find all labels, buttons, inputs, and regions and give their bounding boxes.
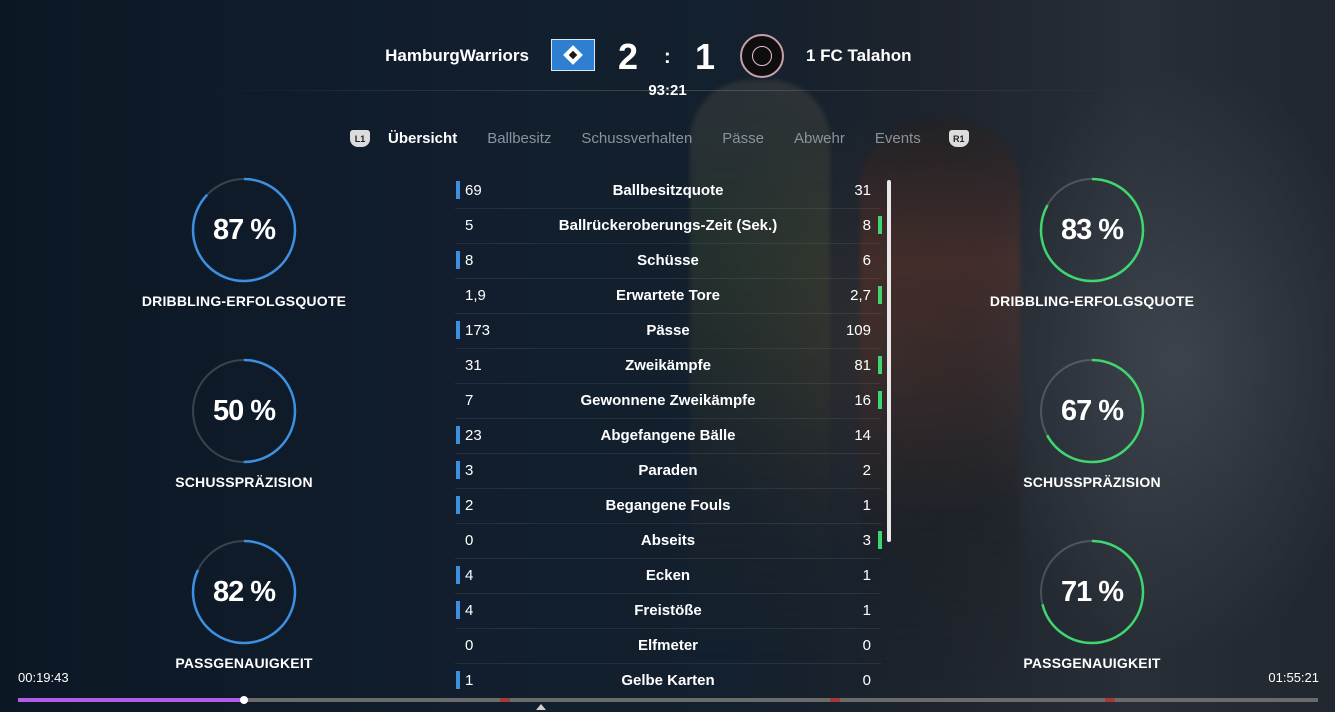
stat-away-value: 109 [845, 322, 871, 339]
stat-away-value: 8 [862, 217, 871, 234]
tab-paesse[interactable]: Pässe [722, 130, 764, 147]
ring-label: PASSGENAUIGKEIT [175, 655, 313, 671]
tab-schussverhalten[interactable]: Schussverhalten [581, 130, 692, 147]
stat-row: 23 Abgefangene Bälle 14 [455, 419, 881, 454]
away-team-logo-icon [740, 34, 784, 78]
ring-percent: 50 % [212, 394, 276, 427]
ring-label: PASSGENAUIGKEIT [1023, 655, 1161, 671]
stat-row: 2 Begangene Fouls 1 [455, 489, 881, 524]
stat-name: Begangene Fouls [605, 497, 731, 514]
stat-row: 0 Abseits 3 [455, 524, 882, 559]
ring-percent: 83 % [1060, 213, 1124, 246]
stat-row: 0 Elfmeter 0 [455, 629, 881, 664]
ring-label: SCHUSSPRÄZISION [1023, 474, 1161, 490]
ring-percent: 67 % [1060, 394, 1124, 427]
stat-row: 7 Gewonnene Zweikämpfe 16 [455, 384, 882, 419]
ring-label: SCHUSSPRÄZISION [175, 474, 313, 490]
stat-row: 3 Paraden 2 [455, 454, 881, 489]
ring-percent: 87 % [212, 213, 276, 246]
stat-row: 5 Ballrückeroberungs-Zeit (Sek.) 8 [455, 209, 882, 244]
stat-name: Zweikämpfe [625, 357, 711, 374]
caret-up-icon [536, 704, 546, 710]
ring-label: DRIBBLING-ERFOLGSQUOTE [989, 293, 1195, 309]
score-separator: : [664, 46, 671, 68]
stat-name: Paraden [638, 462, 698, 479]
home-team-logo-icon [551, 39, 595, 71]
stat-row: 31 Zweikämpfe 81 [455, 349, 882, 384]
chapter-marker [500, 698, 510, 702]
stat-name: Ecken [645, 567, 691, 584]
stat-row: 4 Freistöße 1 [455, 594, 881, 629]
away-score: 1 [695, 36, 716, 77]
l1-button-icon[interactable]: L1 [350, 130, 370, 147]
home-team-name: HamburgWarriors [385, 46, 529, 65]
stat-row: 1 Gelbe Karten 0 [455, 664, 881, 699]
stat-away-value: 16 [854, 392, 871, 409]
stat-away-value: 31 [854, 182, 871, 199]
stat-name: Erwartete Tore [616, 287, 720, 304]
tab-abwehr[interactable]: Abwehr [794, 130, 845, 147]
stat-away-value: 14 [854, 427, 871, 444]
stats-scrollbar[interactable] [887, 180, 891, 542]
stat-away-value: 2 [862, 462, 871, 479]
ring-percent: 71 % [1060, 575, 1124, 608]
total-time: 01:55:21 [1268, 670, 1319, 685]
tab-uebersicht[interactable]: Übersicht [388, 130, 457, 147]
stat-name: Ballrückeroberungs-Zeit (Sek.) [558, 217, 778, 234]
stat-away-value: 0 [862, 672, 871, 689]
stat-name: Gewonnene Zweikämpfe [580, 392, 756, 409]
stat-away-value: 1 [862, 567, 871, 584]
stat-away-value: 1 [862, 497, 871, 514]
stat-name: Abgefangene Bälle [600, 427, 736, 444]
stat-away-value: 81 [854, 357, 871, 374]
home-dribbling-ring: 87 % [191, 177, 297, 283]
away-team-name: 1 FC Talahon [806, 46, 912, 65]
away-dribbling-ring: 83 % [1039, 177, 1145, 283]
stats-tab-bar: L1 Übersicht Ballbesitz Schussverhalten … [350, 130, 969, 147]
chapter-marker [830, 698, 840, 702]
stat-away-value: 2,7 [850, 287, 871, 304]
stat-name: Pässe [646, 322, 690, 339]
home-pass-accuracy-ring: 82 % [191, 539, 297, 645]
stat-row: 173 Pässe 109 [455, 314, 881, 349]
tab-ballbesitz[interactable]: Ballbesitz [487, 130, 551, 147]
stat-row: 1,9 Erwartete Tore 2,7 [455, 279, 882, 314]
tab-events[interactable]: Events [875, 130, 921, 147]
elapsed-time: 00:19:43 [18, 670, 69, 685]
ring-label: DRIBBLING-ERFOLGSQUOTE [141, 293, 347, 309]
stat-away-value: 1 [862, 602, 871, 619]
scoreboard-header: HamburgWarriors 2 : 1 1 FC Talahon 93:21 [0, 30, 1335, 99]
away-pass-accuracy-ring: 71 % [1039, 539, 1145, 645]
r1-button-icon[interactable]: R1 [948, 130, 969, 147]
stat-away-value: 6 [862, 252, 871, 269]
header-divider [200, 90, 1135, 91]
stat-name: Freistöße [634, 602, 702, 619]
stat-away-value: 3 [862, 532, 871, 549]
stats-table[interactable]: 69 Ballbesitzquote 31 5 Ballrückeroberungs-Z… [455, 174, 882, 699]
home-shot-precision-ring: 50 % [191, 358, 297, 464]
stat-name: Gelbe Karten [621, 672, 715, 689]
chapter-marker [1105, 698, 1115, 702]
progress-fill [18, 698, 245, 702]
stat-name: Elfmeter [637, 637, 699, 654]
stat-row: 69 Ballbesitzquote 31 [455, 174, 881, 209]
stat-row: 8 Schüsse 6 [455, 244, 881, 279]
stat-row: 4 Ecken 1 [455, 559, 881, 594]
away-shot-precision-ring: 67 % [1039, 358, 1145, 464]
ring-percent: 82 % [212, 575, 276, 608]
stat-away-value: 0 [862, 637, 871, 654]
stat-name: Abseits [640, 532, 696, 549]
home-score: 2 [618, 36, 639, 77]
stat-name: Schüsse [637, 252, 699, 269]
stat-name: Ballbesitzquote [612, 182, 724, 199]
